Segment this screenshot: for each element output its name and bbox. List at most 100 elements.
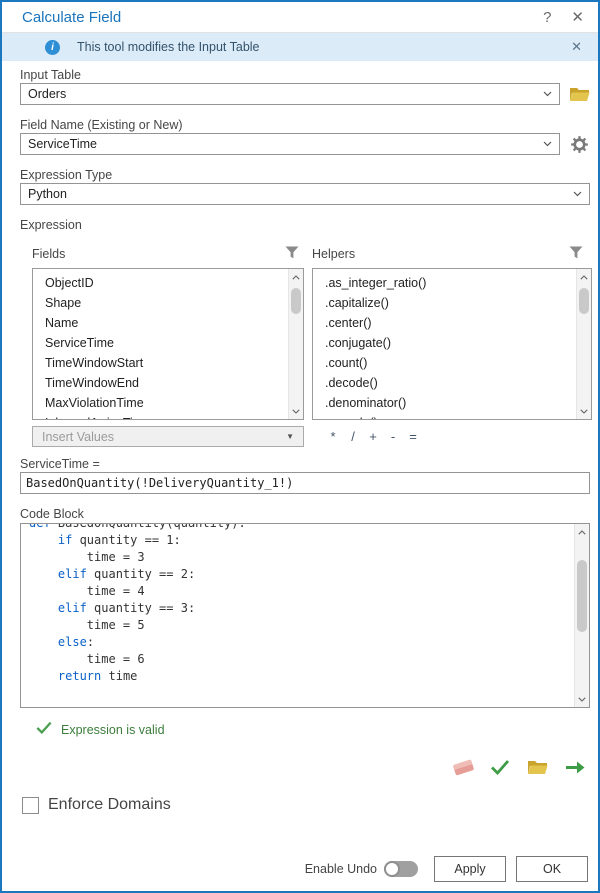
ok-button[interactable]: OK [516, 856, 588, 882]
list-item[interactable]: .count() [313, 353, 591, 373]
info-banner: i This tool modifies the Input Table ✕ [2, 33, 598, 61]
verify-check-icon[interactable] [490, 759, 510, 775]
code-line: else: [29, 634, 573, 651]
expression-section-label: Expression [20, 218, 598, 232]
enable-undo-label: Enable Undo [305, 862, 377, 876]
help-icon[interactable]: ? [543, 10, 551, 25]
scroll-up-icon[interactable] [577, 270, 591, 284]
list-item[interactable]: InboundArriveTime [33, 413, 303, 420]
title-bar: Calculate Field ? ✕ [2, 2, 598, 33]
list-item[interactable]: Shape [33, 293, 303, 313]
operator-equals[interactable]: = [403, 429, 423, 444]
fields-panel-label: Fields [32, 247, 65, 261]
enforce-domains-label: Enforce Domains [48, 796, 171, 814]
scrollbar-thumb[interactable] [579, 288, 589, 314]
scroll-down-icon[interactable] [575, 692, 589, 706]
code-line: return time [29, 668, 573, 685]
input-table-label: Input Table [20, 68, 598, 82]
field-name-value: ServiceTime [28, 137, 97, 151]
filter-funnel-icon[interactable] [569, 246, 583, 262]
code-line: time = 6 [29, 651, 573, 668]
operator-multiply[interactable]: * [323, 429, 343, 444]
list-item[interactable]: TimeWindowEnd [33, 373, 303, 393]
code-line: time = 4 [29, 583, 573, 600]
scrollbar[interactable] [288, 269, 303, 419]
operator-buttons: * / + - = [323, 429, 423, 444]
enforce-domains-checkbox[interactable] [22, 797, 39, 814]
eraser-icon[interactable] [454, 762, 473, 773]
close-icon[interactable]: ✕ [571, 10, 584, 25]
code-line: time = 3 [29, 549, 573, 566]
operator-plus[interactable]: + [363, 429, 383, 444]
expression-type-label: Expression Type [20, 168, 598, 182]
scrollbar[interactable] [574, 524, 589, 707]
filter-funnel-icon[interactable] [285, 246, 299, 262]
code-line: elif quantity == 3: [29, 600, 573, 617]
apply-button[interactable]: Apply [434, 856, 506, 882]
helpers-panel-label: Helpers [312, 247, 355, 261]
scroll-down-icon[interactable] [289, 404, 303, 418]
validation-message: Expression is valid [61, 723, 165, 737]
list-item[interactable]: .denominator() [313, 393, 591, 413]
expression-type-value: Python [28, 187, 67, 201]
gear-icon[interactable] [566, 133, 592, 155]
chevron-down-icon[interactable] [573, 191, 582, 197]
expression-type-combobox[interactable]: Python [20, 183, 590, 205]
list-item[interactable]: Name [33, 313, 303, 333]
list-item[interactable]: .as_integer_ratio() [313, 273, 591, 293]
list-item[interactable]: .capitalize() [313, 293, 591, 313]
calculate-field-dialog: Calculate Field ? ✕ i This tool modifies… [0, 0, 600, 893]
field-name-label: Field Name (Existing or New) [20, 118, 598, 132]
scrollbar-thumb[interactable] [291, 288, 301, 314]
dialog-footer: Enable Undo Apply OK [305, 856, 588, 882]
list-item[interactable]: .decode() [313, 373, 591, 393]
fields-listbox[interactable]: ObjectID Shape Name ServiceTime TimeWind… [32, 268, 304, 420]
insert-values-dropdown[interactable]: Insert Values ▼ [32, 426, 304, 447]
chevron-down-icon[interactable] [543, 141, 552, 147]
input-table-value: Orders [28, 87, 66, 101]
input-table-combobox[interactable]: Orders [20, 83, 560, 105]
field-name-combobox[interactable]: ServiceTime [20, 133, 560, 155]
open-folder-icon[interactable] [566, 83, 592, 105]
insert-values-label: Insert Values [42, 430, 114, 444]
validation-status: Expression is valid [36, 721, 598, 739]
code-line: def BasedOnQuantity(quantity): [29, 523, 573, 532]
toggle-knob [384, 861, 400, 877]
scroll-down-icon[interactable] [577, 404, 591, 418]
operator-divide[interactable]: / [343, 429, 363, 444]
export-arrow-icon[interactable] [565, 759, 586, 776]
open-folder-icon[interactable] [527, 759, 548, 776]
list-item[interactable]: MaxViolationTime [33, 393, 303, 413]
info-icon: i [45, 40, 60, 55]
page-title: Calculate Field [22, 9, 523, 26]
code-block-editor[interactable]: def BasedOnQuantity(quantity): if quanti… [20, 523, 590, 708]
assignment-label: ServiceTime = [20, 457, 598, 471]
operator-minus[interactable]: - [383, 429, 403, 444]
list-item[interactable]: .conjugate() [313, 333, 591, 353]
code-content: def BasedOnQuantity(quantity): if quanti… [21, 523, 573, 685]
list-item[interactable]: TimeWindowStart [33, 353, 303, 373]
scrollbar[interactable] [576, 269, 591, 419]
scroll-up-icon[interactable] [289, 270, 303, 284]
code-line: elif quantity == 2: [29, 566, 573, 583]
list-item[interactable]: .center() [313, 313, 591, 333]
dropdown-arrow-icon: ▼ [286, 432, 294, 441]
enable-undo-toggle[interactable] [384, 861, 418, 877]
list-item[interactable]: ObjectID [33, 273, 303, 293]
valid-check-icon [36, 721, 52, 739]
scrollbar-thumb[interactable] [577, 560, 587, 632]
list-item[interactable]: ServiceTime [33, 333, 303, 353]
enforce-domains-row: Enforce Domains [22, 796, 598, 814]
scroll-up-icon[interactable] [575, 525, 589, 539]
helpers-listbox[interactable]: .as_integer_ratio() .capitalize() .cente… [312, 268, 592, 420]
expression-input[interactable] [20, 472, 590, 494]
banner-message: This tool modifies the Input Table [77, 40, 571, 54]
list-item[interactable]: .encode() [313, 413, 591, 420]
code-line: if quantity == 1: [29, 532, 573, 549]
code-block-label: Code Block [20, 507, 598, 521]
expression-toolbar [20, 755, 586, 779]
chevron-down-icon[interactable] [543, 91, 552, 97]
dialog-body: Input Table Orders Field Name (Existing … [2, 68, 598, 814]
code-line: time = 5 [29, 617, 573, 634]
banner-close-icon[interactable]: ✕ [571, 39, 582, 55]
